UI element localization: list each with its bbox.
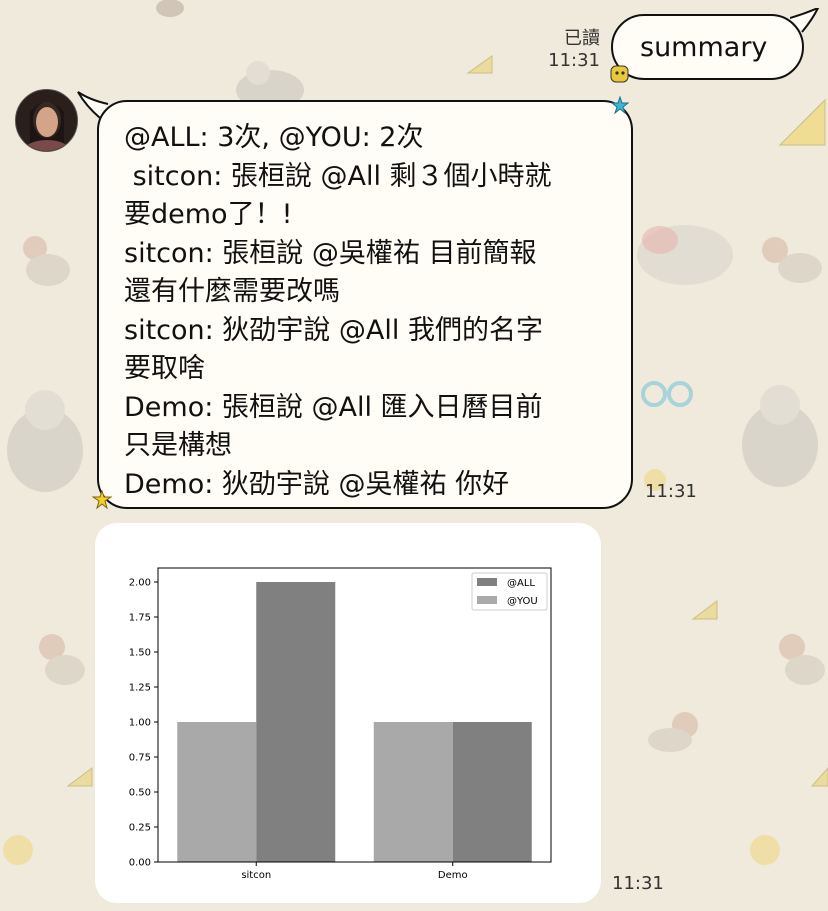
message-line: @ALL: 3次, @YOU: 2次	[124, 122, 424, 153]
y-tick-label: 1.00	[129, 718, 151, 729]
legend-label-all: @ALL	[507, 578, 535, 589]
y-tick-label: 2.00	[129, 578, 151, 589]
y-tick-label: 0.00	[129, 858, 151, 869]
chart-legend: @ALL @YOU	[471, 572, 548, 611]
sent-message-bubble[interactable]: summary	[611, 14, 804, 80]
cartoon-dog-icon	[637, 225, 733, 285]
cheese-icon	[810, 767, 828, 787]
cartoon-cat-icon	[7, 390, 83, 492]
legend-swatch-all	[477, 578, 497, 586]
legend-swatch-you	[477, 596, 497, 604]
message-line: sitcon: 狄劭宇說 @All 我們的名字	[124, 314, 543, 346]
image-time: 11:31	[612, 873, 664, 894]
message-line: Demo: 狄劭宇說 @吳權祐 你好	[124, 468, 510, 500]
message-line: sitcon: 張桓說 @All 剩３個小時就	[124, 160, 552, 192]
cartoon-mouse-icon	[779, 634, 825, 685]
avatar[interactable]	[15, 89, 78, 152]
y-tick-label: 0.50	[129, 788, 151, 799]
cartoon-mouse-icon	[762, 237, 822, 283]
sent-meta: 已讀 11:31	[548, 28, 600, 72]
cheese-icon	[778, 98, 826, 146]
sent-message-text: summary	[640, 31, 768, 63]
sent-time: 11:31	[548, 50, 600, 71]
message-line: 只是構想	[124, 430, 232, 461]
message-line: Demo: 張桓說 @All 匯入日曆目前	[124, 391, 543, 423]
message-line: sitcon: 張桓說 @吳權祐 目前簡報	[124, 237, 537, 269]
x-tick-label: Demo	[438, 870, 468, 881]
star-blue-icon	[611, 96, 629, 114]
glasses-icon	[641, 381, 693, 407]
cartoon-mouse-icon	[648, 712, 698, 752]
cartoon-cat-icon	[742, 385, 818, 487]
sticker-face-icon	[610, 65, 629, 83]
received-time: 11:31	[645, 481, 697, 502]
message-line: 要取啥	[124, 353, 205, 384]
legend-label-you: @YOU	[507, 596, 538, 607]
y-tick-label: 1.50	[129, 648, 151, 659]
image-message[interactable]: 0.00 0.25 0.50 0.75 1.00 1.25 1.50 1.75 2.00 sit…	[95, 523, 601, 903]
profile-photo-icon	[16, 90, 77, 151]
x-tick-label: sitcon	[241, 870, 271, 881]
cartoon-mouse-icon	[39, 634, 85, 685]
message-line: 還有什麼需要改嗎	[124, 276, 340, 307]
y-tick-label: 1.75	[129, 613, 151, 624]
star-yellow-icon	[92, 490, 112, 510]
bar-chart: 0.00 0.25 0.50 0.75 1.00 1.25 1.50 1.75 2.00 sit…	[129, 567, 552, 881]
duck-icon	[750, 835, 780, 865]
cartoon-mouse-icon	[23, 236, 70, 286]
y-tick-label: 0.75	[129, 753, 151, 764]
y-tick-label: 1.25	[129, 683, 151, 694]
y-tick-label: 0.25	[129, 823, 151, 834]
cheese-icon	[66, 767, 93, 787]
cheese-icon	[691, 600, 718, 620]
cheese-icon	[466, 55, 493, 74]
message-line: 要demo了！!	[124, 199, 293, 230]
cartoon-mouse-icon	[156, 0, 184, 17]
bar-all-demo	[452, 722, 532, 862]
bar-all-sitcon	[256, 582, 336, 862]
bar-you-sitcon	[177, 722, 257, 862]
duck-icon	[3, 835, 33, 865]
bar-you-demo	[373, 722, 453, 862]
read-receipt: 已讀	[564, 28, 600, 49]
received-message-bubble[interactable]: @ALL: 3次, @YOU: 2次 sitcon: 張桓說 @All 剩３個小…	[97, 100, 633, 509]
